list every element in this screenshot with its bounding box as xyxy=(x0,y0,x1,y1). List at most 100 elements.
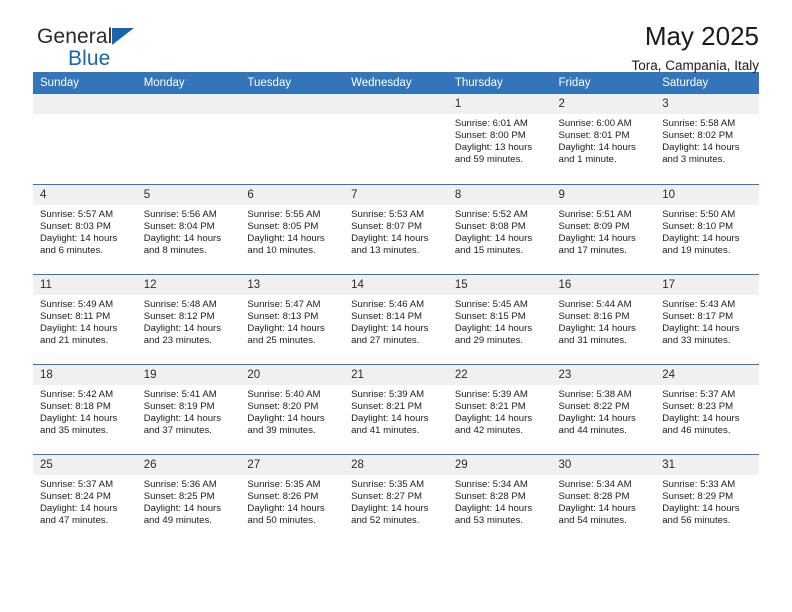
weekday-header-thursday: Thursday xyxy=(447,72,552,94)
weekday-header-row: Sunday Monday Tuesday Wednesday Thursday… xyxy=(33,72,759,94)
calendar-day-cell[interactable]: 5 Sunrise: 5:56 AM Sunset: 8:04 PM Daylight… xyxy=(136,183,241,274)
calendar-day-cell[interactable]: 24 Sunrise: 5:37 AM Sunset: 8:23 PM Dayligh… xyxy=(655,363,759,454)
calendar-week-row: 18 Sunrise: 5:42 AM Sunset: 8:18 PM Dayligh… xyxy=(33,363,759,454)
day-number: 26 xyxy=(136,454,241,475)
sunrise-text: Sunrise: 5:46 AM xyxy=(351,298,425,310)
calendar-day-cell[interactable]: 16 Sunrise: 5:44 AM Sunset: 8:16 PM Dayligh… xyxy=(551,273,656,364)
sunrise-text: Sunrise: 5:55 AM xyxy=(247,208,321,220)
calendar-day-cell[interactable]: 30 Sunrise: 5:34 AM Sunset: 8:28 PM Dayligh… xyxy=(551,453,656,544)
sunset-text: Sunset: 8:00 PM xyxy=(454,130,526,142)
day-details: Sunrise: 5:47 AM Sunset: 8:13 PM Daylight:… xyxy=(240,295,344,347)
sunrise-text: Sunrise: 5:53 AM xyxy=(351,208,425,220)
weekday-header-wednesday: Wednesday xyxy=(344,72,448,94)
general-blue-logo[interactable]: General Blue xyxy=(37,25,135,69)
calendar-day-cell-empty xyxy=(344,94,448,184)
sunrise-text: Sunrise: 6:00 AM xyxy=(558,118,632,129)
sunset-text: Sunset: 8:18 PM xyxy=(40,400,111,412)
sunset-text: Sunset: 8:26 PM xyxy=(247,490,319,502)
day-details: Sunrise: 5:35 AM Sunset: 8:26 PM Daylight:… xyxy=(240,475,344,527)
daylight-text: Daylight: 14 hours and 52 minutes. xyxy=(351,502,429,526)
day-details: Sunrise: 5:39 AM Sunset: 8:21 PM Daylight:… xyxy=(344,385,448,437)
brand-name-general: General xyxy=(37,25,113,48)
day-number: 13 xyxy=(240,274,345,295)
sunset-text: Sunset: 8:07 PM xyxy=(351,220,423,232)
daylight-text: Daylight: 14 hours and 44 minutes. xyxy=(558,412,636,436)
day-number: 1 xyxy=(447,94,552,114)
sunrise-text: Sunrise: 5:37 AM xyxy=(40,478,114,490)
calendar-day-cell[interactable]: 31 Sunrise: 5:33 AM Sunset: 8:29 PM Dayligh… xyxy=(655,453,759,544)
calendar-day-cell[interactable]: 1 Sunrise: 6:01 AM Sunset: 8:00 PM Daylight… xyxy=(447,94,552,184)
calendar-day-cell[interactable]: 27 Sunrise: 5:35 AM Sunset: 8:26 PM Dayligh… xyxy=(240,453,345,544)
sunset-text: Sunset: 8:20 PM xyxy=(247,400,319,412)
calendar-day-cell[interactable]: 11 Sunrise: 5:49 AM Sunset: 8:11 PM Dayligh… xyxy=(33,273,137,364)
calendar-day-cell[interactable]: 23 Sunrise: 5:38 AM Sunset: 8:22 PM Dayligh… xyxy=(551,363,656,454)
day-number: 10 xyxy=(655,184,759,205)
calendar-day-cell-empty xyxy=(136,94,241,184)
calendar-day-cell[interactable]: 9 Sunrise: 5:51 AM Sunset: 8:09 PM Daylight… xyxy=(551,183,656,274)
day-number: 27 xyxy=(240,454,345,475)
calendar-week-row: 4 Sunrise: 5:57 AM Sunset: 8:03 PM Daylight… xyxy=(33,183,759,274)
daylight-text: Daylight: 14 hours and 1 minute. xyxy=(558,142,636,166)
calendar-day-cell[interactable]: 19 Sunrise: 5:41 AM Sunset: 8:19 PM Dayligh… xyxy=(136,363,241,454)
sunrise-text: Sunrise: 5:38 AM xyxy=(558,388,632,400)
day-number: 25 xyxy=(33,454,137,475)
day-number: 15 xyxy=(447,274,552,295)
daylight-text: Daylight: 14 hours and 8 minutes. xyxy=(143,232,222,256)
sunset-text: Sunset: 8:03 PM xyxy=(40,220,111,232)
calendar-day-cell[interactable]: 3 Sunrise: 5:58 AM Sunset: 8:02 PM Daylight… xyxy=(655,94,759,184)
day-details: Sunrise: 5:35 AM Sunset: 8:27 PM Daylight:… xyxy=(344,475,448,527)
sunrise-text: Sunrise: 5:35 AM xyxy=(247,478,321,490)
calendar-day-cell[interactable]: 6 Sunrise: 5:55 AM Sunset: 8:05 PM Daylight… xyxy=(240,183,345,274)
weekday-header-sunday: Sunday xyxy=(33,72,137,94)
calendar-day-cell[interactable]: 29 Sunrise: 5:34 AM Sunset: 8:28 PM Dayligh… xyxy=(447,453,552,544)
calendar-day-cell[interactable]: 18 Sunrise: 5:42 AM Sunset: 8:18 PM Dayligh… xyxy=(33,363,137,454)
day-number: 23 xyxy=(551,364,656,385)
calendar-day-cell[interactable]: 14 Sunrise: 5:46 AM Sunset: 8:14 PM Dayligh… xyxy=(344,273,448,364)
day-number: 12 xyxy=(136,274,241,295)
sunrise-text: Sunrise: 5:42 AM xyxy=(40,388,114,400)
day-details: Sunrise: 5:57 AM Sunset: 8:03 PM Daylight:… xyxy=(33,205,137,257)
calendar-day-cell[interactable]: 2 Sunrise: 6:00 AM Sunset: 8:01 PM Daylight… xyxy=(551,94,656,184)
calendar-day-cell[interactable]: 12 Sunrise: 5:48 AM Sunset: 8:12 PM Dayligh… xyxy=(136,273,241,364)
sunset-text: Sunset: 8:05 PM xyxy=(247,220,319,232)
sunrise-text: Sunrise: 5:43 AM xyxy=(662,298,736,310)
day-details xyxy=(33,114,137,118)
day-details: Sunrise: 5:48 AM Sunset: 8:12 PM Daylight:… xyxy=(137,295,241,347)
calendar-day-cell[interactable]: 28 Sunrise: 5:35 AM Sunset: 8:27 PM Dayligh… xyxy=(344,453,448,544)
day-details: Sunrise: 5:58 AM Sunset: 8:02 PM Daylight:… xyxy=(655,114,759,166)
sunset-text: Sunset: 8:28 PM xyxy=(454,490,526,502)
daylight-text: Daylight: 14 hours and 23 minutes. xyxy=(143,322,222,346)
calendar-day-cell[interactable]: 7 Sunrise: 5:53 AM Sunset: 8:07 PM Daylight… xyxy=(344,183,448,274)
day-details: Sunrise: 5:44 AM Sunset: 8:16 PM Daylight:… xyxy=(552,295,656,347)
calendar-day-cell[interactable]: 20 Sunrise: 5:40 AM Sunset: 8:20 PM Dayligh… xyxy=(240,363,345,454)
day-number: 5 xyxy=(136,184,241,205)
calendar-day-cell[interactable]: 26 Sunrise: 5:36 AM Sunset: 8:25 PM Dayligh… xyxy=(136,453,241,544)
calendar-week-row: 1 Sunrise: 6:01 AM Sunset: 8:00 PM Daylight… xyxy=(33,94,759,184)
calendar-day-cell[interactable]: 22 Sunrise: 5:39 AM Sunset: 8:21 PM Dayligh… xyxy=(447,363,552,454)
daylight-text: Daylight: 14 hours and 54 minutes. xyxy=(558,502,636,526)
sunrise-text: Sunrise: 5:52 AM xyxy=(454,208,528,220)
daylight-text: Daylight: 14 hours and 47 minutes. xyxy=(40,502,118,526)
calendar-day-cell[interactable]: 10 Sunrise: 5:50 AM Sunset: 8:10 PM Dayligh… xyxy=(655,183,759,274)
calendar-page: General Blue May 2025 Tora, Campania, It… xyxy=(0,0,792,612)
calendar-table: Sunday Monday Tuesday Wednesday Thursday… xyxy=(33,72,759,544)
calendar-day-cell[interactable]: 17 Sunrise: 5:43 AM Sunset: 8:17 PM Dayligh… xyxy=(655,273,759,364)
daylight-text: Daylight: 14 hours and 39 minutes. xyxy=(247,412,325,436)
daylight-text: Daylight: 14 hours and 29 minutes. xyxy=(454,322,533,346)
daylight-text: Daylight: 14 hours and 56 minutes. xyxy=(662,502,740,526)
day-number: 22 xyxy=(447,364,552,385)
day-details: Sunrise: 5:39 AM Sunset: 8:21 PM Daylight:… xyxy=(448,385,552,437)
day-details: Sunrise: 5:33 AM Sunset: 8:29 PM Daylight:… xyxy=(655,475,759,527)
daylight-text: Daylight: 14 hours and 33 minutes. xyxy=(662,322,740,346)
calendar-day-cell[interactable]: 13 Sunrise: 5:47 AM Sunset: 8:13 PM Dayligh… xyxy=(240,273,345,364)
weekday-header-tuesday: Tuesday xyxy=(240,72,345,94)
weekday-header-saturday: Saturday xyxy=(655,72,759,94)
sunset-text: Sunset: 8:02 PM xyxy=(662,130,734,142)
day-number: 17 xyxy=(655,274,759,295)
calendar-day-cell[interactable]: 25 Sunrise: 5:37 AM Sunset: 8:24 PM Dayligh… xyxy=(33,453,137,544)
calendar-day-cell[interactable]: 15 Sunrise: 5:45 AM Sunset: 8:15 PM Dayligh… xyxy=(447,273,552,364)
sunrise-text: Sunrise: 5:51 AM xyxy=(558,208,632,220)
calendar-day-cell[interactable]: 4 Sunrise: 5:57 AM Sunset: 8:03 PM Daylight… xyxy=(33,183,137,274)
calendar-day-cell[interactable]: 21 Sunrise: 5:39 AM Sunset: 8:21 PM Dayligh… xyxy=(344,363,448,454)
calendar-day-cell[interactable]: 8 Sunrise: 5:52 AM Sunset: 8:08 PM Daylight… xyxy=(447,183,552,274)
